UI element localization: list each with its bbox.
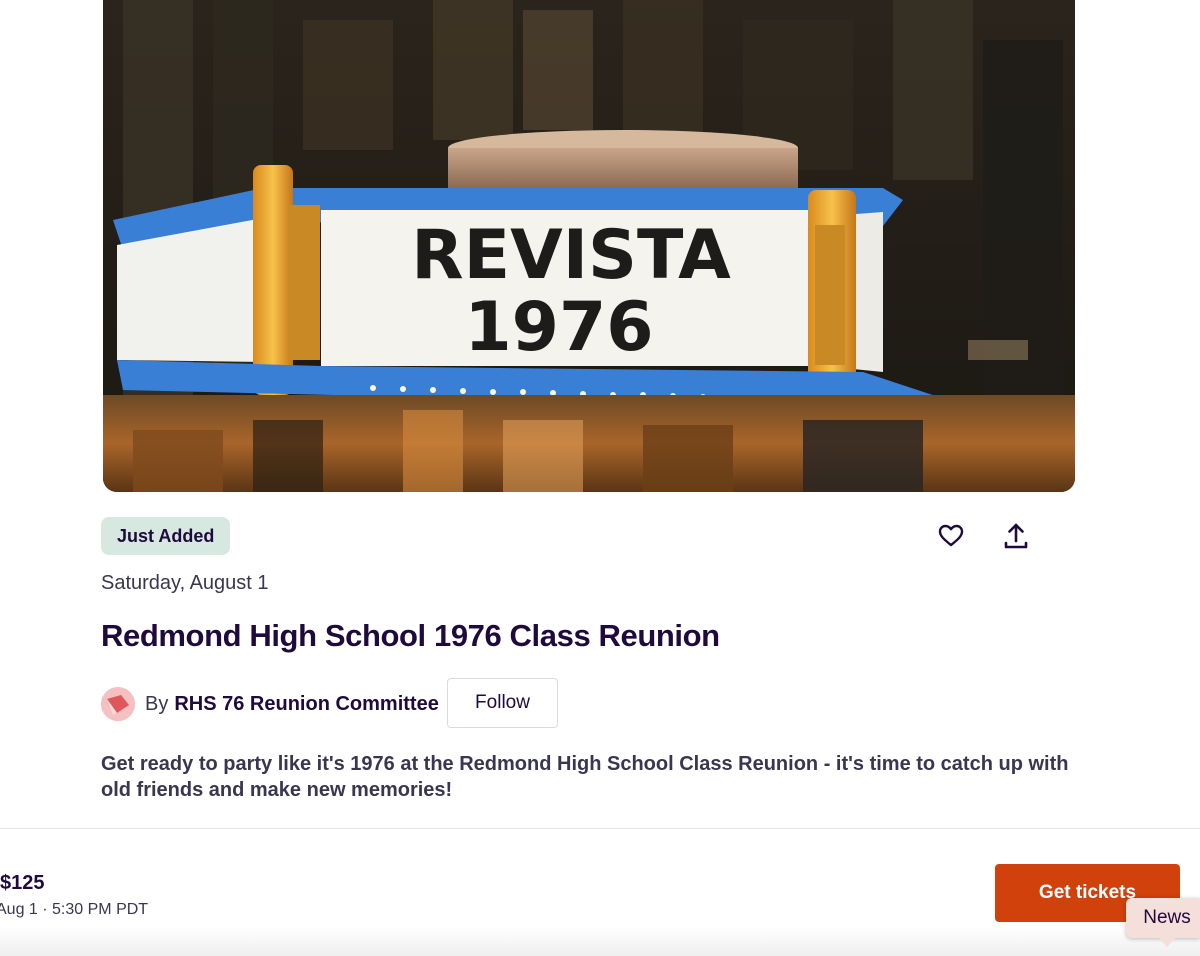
organizer-logo-icon (101, 687, 135, 721)
share-upload-icon (1004, 523, 1028, 549)
heart-icon (938, 524, 964, 547)
news-tab[interactable]: News (1126, 898, 1200, 938)
ticket-datetime: Aug 1 · 5:30 PM PDT (0, 901, 149, 918)
event-title: Redmond High School 1976 Class Reunion (101, 618, 720, 653)
just-added-badge: Just Added (101, 517, 231, 555)
organizer-name-link[interactable]: RHS 76 Reunion Committee (174, 693, 438, 716)
follow-button[interactable]: Follow (447, 678, 558, 728)
ticket-bar: $125 Aug 1 · 5:30 PM PDT Get tickets (0, 828, 1200, 956)
event-date: Saturday, August 1 (101, 572, 269, 594)
organizer-avatar[interactable] (101, 687, 135, 721)
like-button[interactable] (933, 518, 969, 554)
event-hero-image: REVISTA 1976 (103, 0, 1075, 492)
share-button[interactable] (998, 518, 1034, 554)
ticket-bar-shadow (0, 927, 1200, 956)
organizer-by-label: By (145, 692, 169, 715)
event-page: REVISTA 1976 Just Added Saturday, August… (0, 0, 1200, 956)
ticket-price: $125 (0, 872, 45, 894)
marquee-line-2: 1976 (464, 288, 653, 367)
marquee-line-1: REVISTA (411, 216, 731, 295)
news-tab-pointer (1158, 937, 1176, 947)
organizer-row: By RHS 76 Reunion Committee (101, 686, 439, 722)
event-summary: Get ready to party like it's 1976 at the… (101, 753, 1069, 801)
